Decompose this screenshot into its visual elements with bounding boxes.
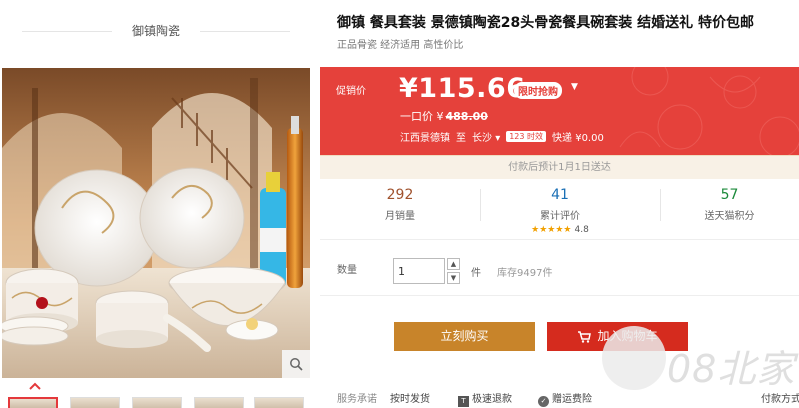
price-panel: 促销价 ¥115.66 限时抢购 ▼ 一口价 ¥488.00 江西景德镇 至 长… bbox=[320, 67, 799, 155]
quantity-input[interactable] bbox=[393, 258, 445, 284]
reviews[interactable]: 41 累计评价 ★★★★★ 4.8 bbox=[480, 187, 640, 235]
service-item[interactable]: T 极速退款 bbox=[458, 390, 512, 407]
rating-value: 4.8 bbox=[574, 225, 589, 235]
ship-to-selector[interactable]: 长沙 ▾ bbox=[472, 129, 500, 144]
product-subtitle: 正品骨瓷 经济适用 高性价比 bbox=[337, 40, 464, 51]
flash-sale-badge: 限时抢购 bbox=[514, 82, 562, 99]
ship-from: 江西景德镇 bbox=[400, 133, 450, 144]
stats-bar: 292 月销量 41 累计评价 ★★★★★ 4.8 57 送天猫积分 bbox=[320, 180, 799, 240]
points-value: 57 bbox=[720, 187, 739, 203]
points: 57 送天猫积分 bbox=[660, 187, 799, 222]
watermark-logo bbox=[602, 326, 666, 390]
quantity-decrease-button[interactable]: ▼ bbox=[447, 272, 460, 284]
insurance-icon: ✓ bbox=[538, 396, 549, 407]
product-photo-illustration bbox=[2, 68, 310, 378]
thumbnail[interactable] bbox=[70, 397, 120, 408]
refund-icon: T bbox=[458, 396, 469, 407]
product-gallery: 御镇陶瓷 bbox=[0, 0, 312, 408]
thumbnail[interactable] bbox=[8, 397, 58, 408]
brand-header: 御镇陶瓷 bbox=[0, 0, 312, 62]
thumbnail[interactable] bbox=[194, 397, 244, 408]
divider bbox=[320, 295, 799, 296]
buy-now-button[interactable]: 立刻购买 bbox=[394, 322, 535, 351]
quantity-unit: 件 bbox=[471, 268, 481, 279]
stock-count: 库存9497件 bbox=[497, 268, 553, 279]
product-title: 御镇 餐具套装 景德镇陶瓷28头骨瓷餐具碗套装 结婚送礼 特价包邮 bbox=[337, 15, 754, 31]
quantity-increase-button[interactable]: ▲ bbox=[447, 258, 460, 270]
ship-to-prefix: 至 bbox=[456, 133, 466, 144]
search-icon bbox=[290, 358, 303, 371]
promo-price-label: 促销价 bbox=[336, 86, 366, 97]
delivery-notice: 付款后预计1月1日送达 bbox=[320, 155, 799, 179]
service-label: 服务承诺 bbox=[337, 394, 377, 405]
thumbnail[interactable] bbox=[254, 397, 304, 408]
monthly-sales-label: 月销量 bbox=[385, 211, 415, 222]
divider bbox=[200, 31, 290, 32]
rating-stars: ★★★★★ 4.8 bbox=[531, 225, 589, 235]
monthly-sales-value: 292 bbox=[386, 187, 414, 203]
shipping-row: 江西景德镇 至 长沙 ▾ 123 时效 快递 ¥0.00 bbox=[400, 129, 604, 144]
shipping-fee: 快递 ¥0.00 bbox=[552, 133, 604, 144]
delivery-time-badge: 123 时效 bbox=[506, 131, 547, 142]
points-label: 送天猫积分 bbox=[704, 211, 755, 222]
thumbnail[interactable] bbox=[132, 397, 182, 408]
ship-to: 长沙 bbox=[472, 133, 492, 144]
thumbnail-strip bbox=[8, 397, 304, 408]
service-item-label: 极速退款 bbox=[472, 394, 512, 405]
main-product-image[interactable] bbox=[2, 68, 310, 378]
zoom-button[interactable] bbox=[282, 350, 310, 378]
quantity-label: 数量 bbox=[337, 265, 357, 276]
quantity-row: 数量 ▲ ▼ 件 库存9497件 bbox=[337, 258, 787, 298]
promo-price: ¥115.66 bbox=[399, 73, 526, 104]
watermark: 08北家 bbox=[582, 322, 799, 402]
watermark-text: 08北家 bbox=[667, 347, 796, 391]
original-price-prefix: 一口价 ¥ bbox=[400, 110, 444, 123]
chevron-up-icon[interactable] bbox=[28, 381, 42, 391]
service-item[interactable]: 按时发货 bbox=[390, 390, 430, 405]
chevron-down-icon: ▾ bbox=[495, 133, 501, 144]
monthly-sales: 292 月销量 bbox=[320, 187, 480, 222]
chevron-down-icon[interactable]: ▼ bbox=[571, 82, 578, 92]
reviews-value: 41 bbox=[551, 187, 569, 203]
reviews-label: 累计评价 bbox=[540, 211, 580, 222]
original-price: 488.00 bbox=[445, 110, 488, 123]
original-price-row: 一口价 ¥488.00 bbox=[400, 108, 488, 124]
